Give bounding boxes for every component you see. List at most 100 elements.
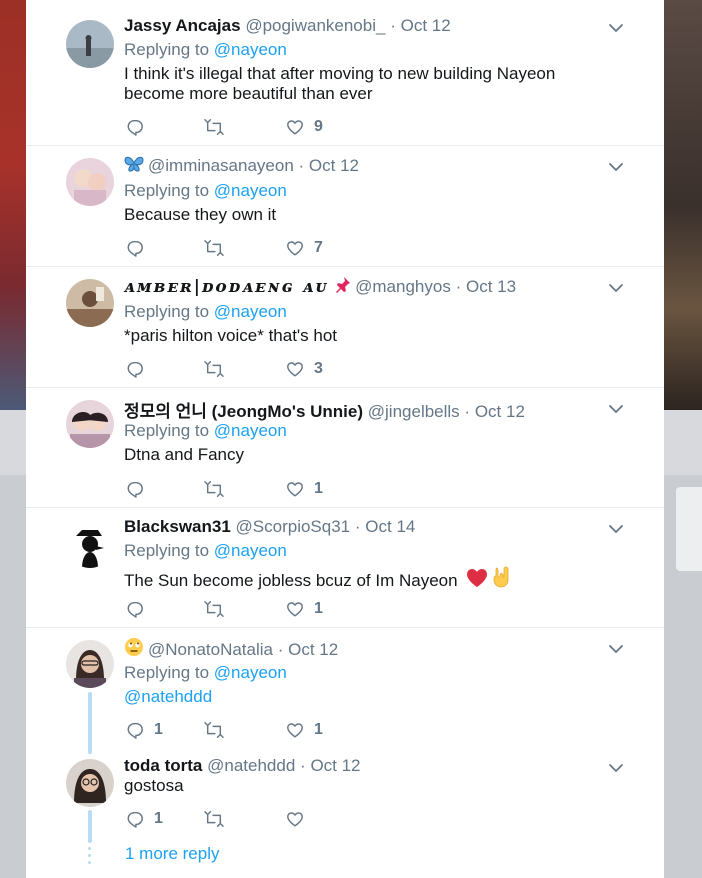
like-count: 1 <box>314 721 323 738</box>
replying-to-label: Replying to <box>124 421 210 440</box>
user-handle[interactable]: @pogiwankenobi_ <box>245 16 385 35</box>
reply-tweet[interactable]: @imminasanayeon · Oct 12 Replying to @na… <box>26 145 664 267</box>
like-button[interactable]: 3 <box>286 360 323 378</box>
display-name[interactable]: Jassy Ancajas <box>124 16 241 35</box>
user-handle[interactable]: @NonatoNatalia <box>148 640 273 659</box>
more-replies-link[interactable]: 1 more reply <box>125 844 219 864</box>
reply-tweet[interactable]: 정모의 언니 (JeongMo's Unnie) @jingelbells · … <box>26 387 664 508</box>
replying-to-link[interactable]: @nayeon <box>214 40 287 59</box>
replying-to-label: Replying to <box>124 40 210 59</box>
more-replies-dots <box>88 847 92 868</box>
background-photo-right <box>664 0 702 410</box>
retweet-button[interactable] <box>204 600 224 618</box>
like-button[interactable]: 1 <box>286 721 323 739</box>
avatar[interactable] <box>66 279 114 327</box>
thread-connector <box>88 810 92 843</box>
heart-icon <box>286 118 304 136</box>
like-count: 3 <box>314 360 323 377</box>
retweet-button[interactable] <box>204 480 224 498</box>
reply-count: 1 <box>154 721 163 738</box>
reply-button[interactable] <box>126 118 144 136</box>
replying-to-label: Replying to <box>124 541 210 560</box>
retweet-button[interactable] <box>204 721 224 739</box>
replying-to-link[interactable]: @nayeon <box>214 421 287 440</box>
like-count: 9 <box>314 118 323 135</box>
reply-tweet[interactable]: Jassy Ancajas @pogiwankenobi_ · Oct 12 R… <box>26 0 664 146</box>
replying-to-link[interactable]: @nayeon <box>214 663 287 682</box>
like-button[interactable]: 1 <box>286 480 323 498</box>
display-name[interactable]: Blackswan31 <box>124 517 231 536</box>
replying-to-label: Replying to <box>124 181 210 200</box>
replying-to-link[interactable]: @nayeon <box>214 302 287 321</box>
tweet-text: I think it's illegal that after moving t… <box>124 64 556 103</box>
tweet-header: 정모의 언니 (JeongMo's Unnie) @jingelbells · … <box>124 397 525 422</box>
heart-icon <box>286 360 304 378</box>
retweet-button[interactable] <box>204 360 224 378</box>
user-handle[interactable]: @manghyos <box>355 277 451 296</box>
background-strip-right <box>664 410 702 475</box>
tweet-date[interactable]: Oct 12 <box>309 156 359 175</box>
user-handle[interactable]: @ScorpioSq31 <box>236 517 351 536</box>
reply-icon <box>126 239 144 257</box>
tweet-date[interactable]: Oct 13 <box>466 277 516 296</box>
user-handle[interactable]: @natehddd <box>207 756 295 775</box>
avatar[interactable] <box>66 20 114 68</box>
like-count: 1 <box>314 480 323 497</box>
tweet-date[interactable]: Oct 12 <box>310 756 360 775</box>
reply-button[interactable] <box>126 480 144 498</box>
heart-icon <box>286 810 304 828</box>
separator: · <box>300 756 306 775</box>
retweet-button[interactable] <box>204 239 224 257</box>
retweet-icon <box>204 810 224 828</box>
retweet-icon <box>204 118 224 136</box>
retweet-button[interactable] <box>204 810 224 828</box>
tweet-header: @NonatoNatalia · Oct 12 <box>124 637 338 660</box>
tweet-date[interactable]: Oct 12 <box>475 402 525 421</box>
like-button[interactable] <box>286 810 304 828</box>
like-button[interactable]: 9 <box>286 118 323 136</box>
mention-link[interactable]: @natehddd <box>124 687 212 706</box>
avatar[interactable] <box>66 400 114 448</box>
chevron-down-icon[interactable] <box>608 401 624 417</box>
reply-tweet[interactable]: Blackswan31 @ScorpioSq31 · Oct 14 Replyi… <box>26 507 664 628</box>
display-name[interactable]: ᴀᴍʙᴇʀ|ᴅᴏᴅᴀᴇɴɢ ᴀᴜ <box>124 277 328 297</box>
avatar[interactable] <box>66 640 114 688</box>
reply-button[interactable]: 1 <box>126 721 163 739</box>
avatar[interactable] <box>66 759 114 807</box>
replying-to-link[interactable]: @nayeon <box>214 181 287 200</box>
chevron-down-icon[interactable] <box>608 760 624 776</box>
reply-button[interactable]: 1 <box>126 810 163 828</box>
reply-button[interactable] <box>126 360 144 378</box>
separator: · <box>354 517 361 536</box>
reply-button[interactable] <box>126 239 144 257</box>
replying-to-link[interactable]: @nayeon <box>214 541 287 560</box>
heart-icon <box>286 721 304 739</box>
chevron-down-icon[interactable] <box>608 280 624 296</box>
like-button[interactable]: 7 <box>286 239 323 257</box>
replying-to: Replying to @nayeon <box>124 302 287 322</box>
display-name[interactable]: 정모의 언니 (JeongMo's Unnie) <box>124 402 363 421</box>
tweet-date[interactable]: Oct 14 <box>365 517 415 536</box>
chevron-down-icon[interactable] <box>608 159 624 175</box>
tweet-text: @natehddd <box>124 687 604 707</box>
tweet-header: Blackswan31 @ScorpioSq31 · Oct 14 <box>124 517 415 537</box>
user-handle[interactable]: @jingelbells <box>368 402 460 421</box>
avatar[interactable] <box>66 158 114 206</box>
chevron-down-icon[interactable] <box>608 521 624 537</box>
retweet-icon <box>204 239 224 257</box>
reply-button[interactable] <box>126 600 144 618</box>
retweet-button[interactable] <box>204 118 224 136</box>
chevron-down-icon[interactable] <box>608 20 624 36</box>
chevron-down-icon[interactable] <box>608 641 624 657</box>
tweet-date[interactable]: Oct 12 <box>401 16 451 35</box>
user-handle[interactable]: @imminasanayeon <box>148 156 294 175</box>
display-name[interactable]: toda torta <box>124 756 202 775</box>
reply-icon <box>126 480 144 498</box>
tweet-date[interactable]: Oct 12 <box>288 640 338 659</box>
like-button[interactable]: 1 <box>286 600 323 618</box>
avatar[interactable] <box>66 520 114 568</box>
reply-tweet[interactable]: ᴀᴍʙᴇʀ|ᴅᴏᴅᴀᴇɴɢ ᴀᴜ @manghyos · Oct 13 Repl… <box>26 266 664 388</box>
tweet-text-content: The Sun become jobless bcuz of Im Nayeon <box>124 571 458 590</box>
background-photo-left <box>0 0 26 410</box>
reply-icon <box>126 118 144 136</box>
